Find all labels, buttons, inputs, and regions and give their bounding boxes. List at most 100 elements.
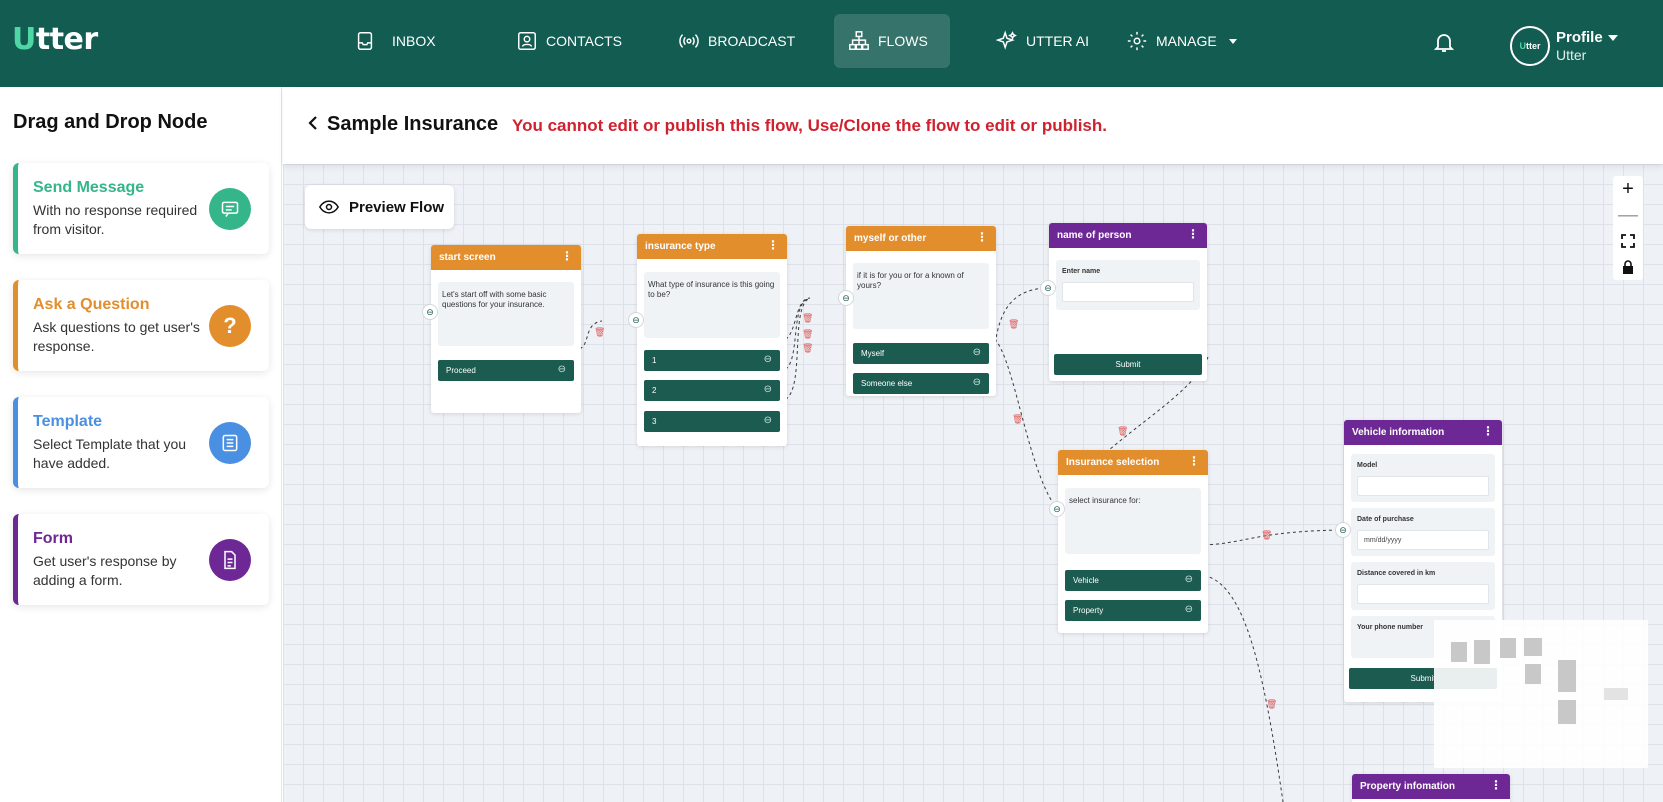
palette-send-message[interactable]: Send Message With no response required f… — [13, 163, 269, 254]
link-icon: ⊖ — [972, 347, 981, 358]
nav-inbox[interactable]: INBOX — [340, 14, 450, 68]
profile-chevron-down-icon[interactable] — [1608, 35, 1618, 41]
more-options-icon[interactable]: ⋮ — [1490, 779, 1502, 791]
flow-canvas[interactable]: Preview Flow + — start screen ⋮ Let's sta… — [283, 164, 1663, 802]
field-label: Model — [1357, 462, 1378, 469]
node-header: insurance type ⋮ — [637, 234, 787, 259]
palette-item-title: Ask a Question — [33, 296, 150, 313]
node-title: insurance type — [645, 241, 716, 252]
more-options-icon[interactable]: ⋮ — [976, 231, 988, 243]
nav-broadcast[interactable]: BROADCAST — [664, 14, 809, 68]
link-handle[interactable]: ⊖ — [838, 290, 854, 306]
node-header: Insurance selection ⋮ — [1058, 450, 1208, 475]
link-icon: ⊖ — [972, 377, 981, 388]
palette-item-title: Template — [33, 413, 103, 430]
link-handle[interactable]: ⊖ — [1040, 280, 1056, 296]
link-icon: ⊖ — [763, 354, 772, 365]
preview-flow-button[interactable]: Preview Flow — [305, 185, 454, 229]
nav-flows-label: FLOWS — [878, 33, 928, 49]
node-title: start screen — [439, 252, 496, 263]
nav-broadcast-label: BROADCAST — [708, 33, 796, 49]
form-field: Model — [1351, 454, 1495, 502]
option-button[interactable]: Vehicle ⊖ — [1065, 570, 1201, 591]
option-button[interactable]: Someone else ⊖ — [853, 373, 989, 394]
flow-title: Sample Insurance — [327, 113, 499, 135]
node-property-information[interactable]: Property infomation ⋮ — [1352, 774, 1510, 802]
delete-edge-icon[interactable]: 🗑 — [802, 343, 813, 354]
node-title: Vehicle information — [1352, 427, 1445, 438]
option-button[interactable]: Property ⊖ — [1065, 600, 1201, 621]
palette-item-desc: Ask questions to get user's response. — [33, 319, 200, 354]
node-palette-sidebar: Drag and Drop Node Send Message With no … — [0, 87, 282, 802]
model-input[interactable] — [1357, 476, 1489, 496]
field-label: Date of purchase — [1357, 516, 1414, 523]
more-options-icon[interactable]: ⋮ — [767, 239, 779, 251]
palette-form[interactable]: Form Get user's response by adding a for… — [13, 514, 269, 605]
field-label: Your phone number — [1357, 624, 1423, 631]
utter-logo[interactable]: Utter — [12, 22, 98, 57]
nav-flows[interactable]: FLOWS — [834, 14, 950, 68]
option-button[interactable]: 1 ⊖ — [644, 350, 780, 371]
palette-item-desc: With no response required from visitor. — [33, 202, 198, 237]
node-myself-or-other[interactable]: myself or other ⋮ if it is for you or for… — [846, 226, 996, 396]
nav-contacts[interactable]: CONTACTS — [502, 14, 636, 68]
nav-utter-ai[interactable]: UTTER AI — [982, 14, 1103, 68]
field-label: Distance covered in km — [1357, 570, 1436, 577]
chevron-down-icon — [1228, 38, 1237, 44]
minimap-node — [1474, 640, 1490, 664]
question-icon: ? — [209, 305, 251, 347]
distance-input[interactable] — [1357, 584, 1489, 604]
palette-ask-question[interactable]: Ask a Question Ask questions to get user… — [13, 280, 269, 371]
avatar[interactable]: Utter — [1510, 26, 1550, 66]
node-title: myself or other — [854, 233, 927, 244]
flows-icon — [849, 31, 869, 50]
node-message: What type of insurance is this going to … — [644, 272, 780, 338]
option-button[interactable]: 2 ⊖ — [644, 380, 780, 401]
zoom-out-button[interactable]: — — [1613, 202, 1643, 228]
lock-button[interactable] — [1613, 254, 1643, 280]
back-chevron-icon[interactable] — [305, 113, 321, 133]
delete-edge-icon[interactable]: 🗑 — [1261, 530, 1272, 541]
delete-edge-icon[interactable]: 🗑 — [1266, 699, 1277, 710]
minimap-node — [1525, 664, 1541, 684]
more-options-icon[interactable]: ⋮ — [561, 250, 573, 262]
name-input[interactable] — [1062, 282, 1194, 302]
palette-item-desc: Get user's response by adding a form. — [33, 553, 177, 588]
option-button[interactable]: Proceed ⊖ — [438, 360, 574, 381]
more-options-icon[interactable]: ⋮ — [1482, 425, 1494, 437]
delete-edge-icon[interactable]: 🗑 — [1117, 426, 1128, 437]
fit-view-button[interactable] — [1613, 228, 1643, 254]
option-button[interactable]: Myself ⊖ — [853, 343, 989, 364]
node-name-of-person[interactable]: name of person ⋮ Enter name Submit — [1049, 223, 1207, 381]
profile-name[interactable]: Profile — [1556, 29, 1603, 46]
submit-button[interactable]: Submit — [1054, 354, 1202, 375]
delete-edge-icon[interactable]: 🗑 — [802, 329, 813, 340]
minimap-viewport — [1604, 688, 1628, 700]
node-insurance-selection[interactable]: Insurance selection ⋮ select insurance fo… — [1058, 450, 1208, 633]
link-handle[interactable]: ⊖ — [1049, 501, 1065, 517]
node-start-screen[interactable]: start screen ⋮ Let's start off with some … — [431, 245, 581, 413]
more-options-icon[interactable]: ⋮ — [1188, 455, 1200, 467]
node-title: name of person — [1057, 230, 1132, 241]
top-navbar: Utter INBOX CONTACTS BROADCAST FLOWS UTT… — [0, 0, 1663, 87]
date-input[interactable]: mm/dd/yyyy — [1357, 530, 1489, 550]
link-handle[interactable]: ⊖ — [1335, 522, 1351, 538]
link-handle[interactable]: ⊖ — [628, 312, 644, 328]
option-button[interactable]: 3 ⊖ — [644, 411, 780, 432]
delete-edge-icon[interactable]: 🗑 — [802, 313, 813, 324]
node-header: start screen ⋮ — [431, 245, 581, 270]
bell-icon[interactable] — [1432, 30, 1456, 54]
palette-template[interactable]: Template Select Template that you have a… — [13, 397, 269, 488]
more-options-icon[interactable]: ⋮ — [1187, 228, 1199, 240]
delete-edge-icon[interactable]: 🗑 — [1012, 414, 1023, 425]
nav-inbox-label: INBOX — [392, 33, 436, 49]
link-icon: ⊖ — [1184, 604, 1193, 615]
zoom-in-button[interactable]: + — [1613, 176, 1643, 202]
nav-manage[interactable]: MANAGE — [1112, 14, 1251, 68]
delete-edge-icon[interactable]: 🗑 — [594, 327, 605, 338]
canvas-minimap[interactable] — [1434, 620, 1648, 768]
nav-contacts-label: CONTACTS — [546, 33, 622, 49]
delete-edge-icon[interactable]: 🗑 — [1008, 319, 1019, 330]
node-insurance-type[interactable]: insurance type ⋮ What type of insurance i… — [637, 234, 787, 446]
link-handle[interactable]: ⊖ — [422, 304, 438, 320]
